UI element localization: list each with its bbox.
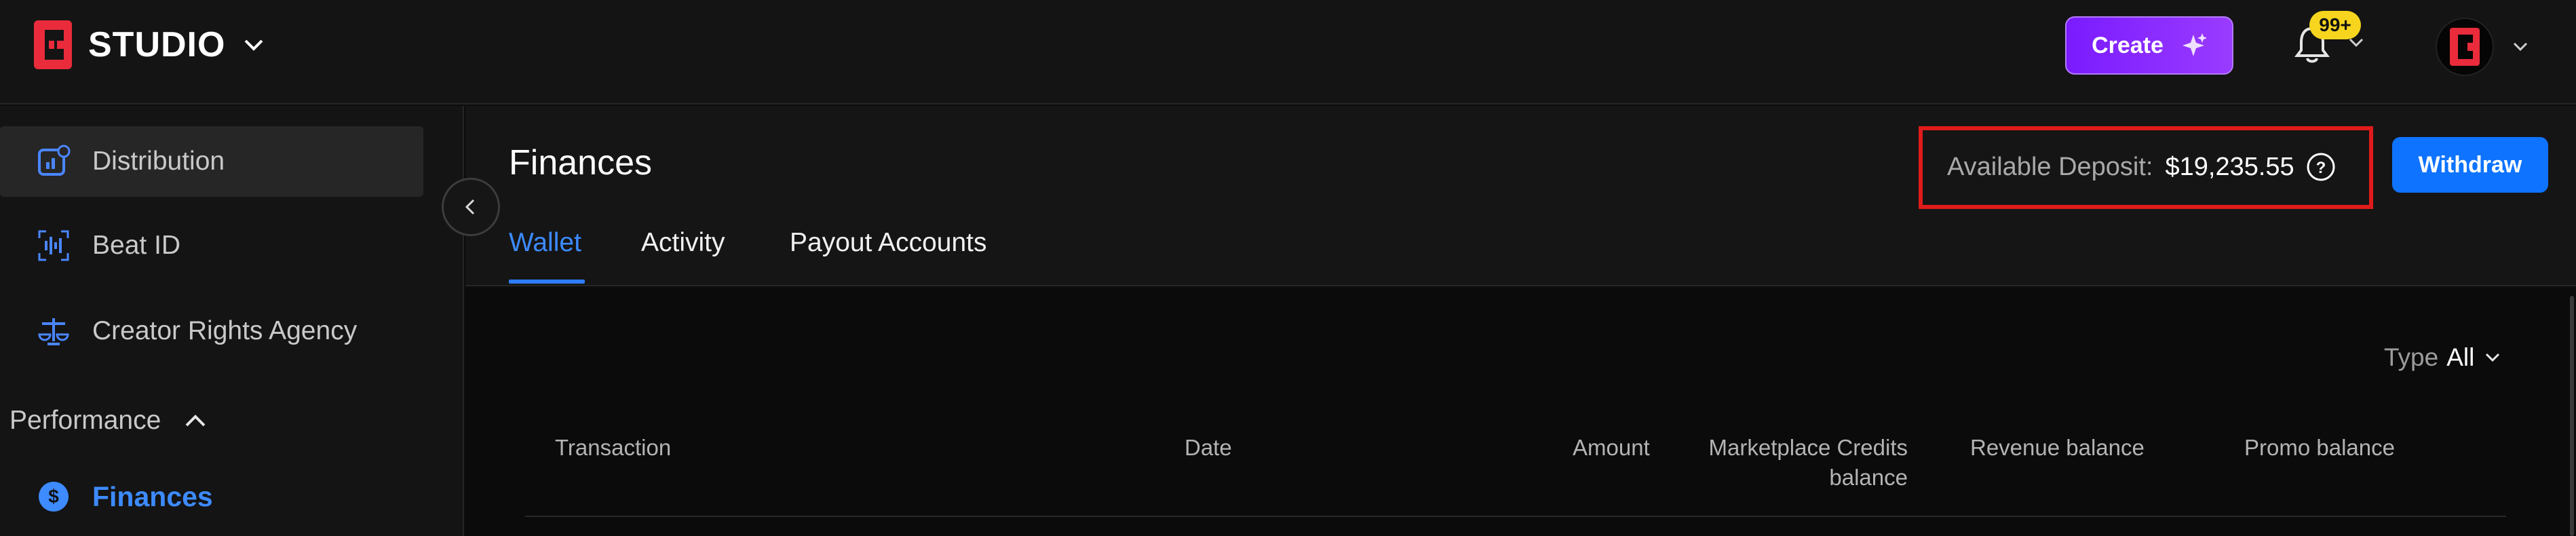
tab-activity[interactable]: Activity xyxy=(641,228,725,258)
collapse-sidebar-button[interactable] xyxy=(442,178,500,236)
column-header-amount: Amount xyxy=(1573,435,1650,460)
section-label: Performance xyxy=(9,406,161,435)
sidebar-item-beat-id[interactable]: Beat ID xyxy=(0,210,423,281)
studio-switcher[interactable]: STUDIO xyxy=(34,20,267,69)
svg-text:?: ? xyxy=(2315,159,2326,177)
column-header-revenue-balance: Revenue balance xyxy=(1970,435,2145,460)
brand-name: STUDIO xyxy=(88,25,226,64)
sidebar-section-performance[interactable]: Performance xyxy=(9,390,210,451)
brand-logo-icon xyxy=(2450,28,2480,66)
distribution-icon xyxy=(38,145,71,176)
chevron-down-icon[interactable] xyxy=(2346,33,2366,53)
sidebar-item-finances[interactable]: $ Finances xyxy=(0,461,423,532)
column-header-promo-balance: Promo balance xyxy=(2244,435,2395,460)
chevron-down-icon xyxy=(2486,353,2500,362)
tab-wallet[interactable]: Wallet xyxy=(509,228,581,258)
sidebar-item-distribution[interactable]: Distribution xyxy=(0,126,423,197)
chevron-left-icon xyxy=(465,199,475,215)
chevron-up-icon xyxy=(185,415,206,427)
create-button[interactable]: Create xyxy=(2065,16,2233,75)
column-header-transaction: Transaction xyxy=(555,435,672,460)
dollar-circle-icon: $ xyxy=(39,482,69,512)
sidebar-item-label: Finances xyxy=(92,480,213,512)
table-divider xyxy=(525,516,2506,517)
deposit-label: Available Deposit: xyxy=(1947,152,2153,181)
sparkle-icon xyxy=(2182,33,2207,56)
brand-logo-icon xyxy=(34,20,72,69)
waveform-icon xyxy=(38,230,69,261)
wallet-content xyxy=(465,288,2576,536)
withdraw-button[interactable]: Withdraw xyxy=(2392,137,2548,193)
scrollbar[interactable] xyxy=(2570,296,2574,536)
column-header-date: Date xyxy=(1185,435,1232,460)
chevron-down-icon[interactable] xyxy=(2510,37,2531,57)
active-tab-indicator xyxy=(509,280,585,284)
deposit-value: $19,235.55 xyxy=(2165,152,2294,181)
available-deposit: Available Deposit: $19,235.55 ? xyxy=(1947,148,2337,186)
type-filter-dropdown[interactable]: Type All xyxy=(2384,343,2503,372)
sidebar-item-label: Distribution xyxy=(92,147,225,176)
svg-text:$: $ xyxy=(48,486,59,507)
top-bar: STUDIO Create 99+ xyxy=(0,0,2576,104)
column-header-marketplace-credits-balance: Marketplace Credits balance xyxy=(1708,435,1908,490)
tab-payout-accounts[interactable]: Payout Accounts xyxy=(790,228,987,258)
type-filter-value: All xyxy=(2446,343,2475,371)
sidebar-item-creator-rights-agency[interactable]: Creator Rights Agency xyxy=(0,296,423,366)
sidebar-item-label: Creator Rights Agency xyxy=(92,316,358,345)
scales-icon xyxy=(38,318,69,345)
type-filter-label: Type xyxy=(2384,343,2439,371)
avatar[interactable] xyxy=(2436,18,2494,76)
create-button-label: Create xyxy=(2092,32,2164,58)
help-circle-icon[interactable]: ? xyxy=(2305,151,2337,183)
sidebar-item-label: Beat ID xyxy=(92,231,181,260)
chevron-down-icon xyxy=(245,39,263,51)
page-title: Finances xyxy=(509,143,652,183)
